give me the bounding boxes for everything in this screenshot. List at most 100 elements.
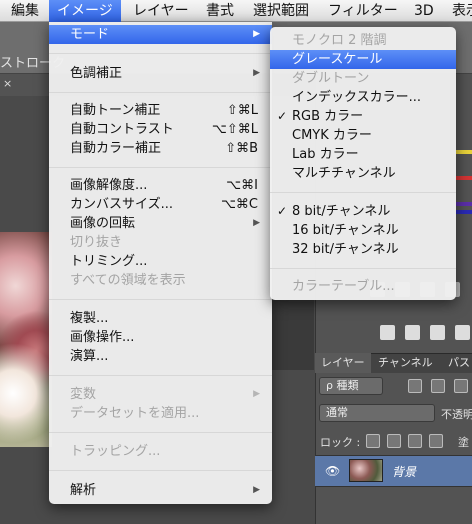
menu-separator bbox=[49, 432, 272, 433]
tab-channels[interactable]: チャンネル bbox=[378, 353, 433, 373]
menu-item-8bit[interactable]: ✓ 8 bit/チャンネル bbox=[270, 202, 456, 221]
menu-item-reveal-all: すべての領域を表示 bbox=[49, 271, 272, 290]
menu-item-label: 切り抜き bbox=[70, 235, 123, 250]
menu-item-grayscale[interactable]: グレースケール bbox=[270, 50, 456, 69]
submenu-arrow-icon: ▶ bbox=[253, 218, 260, 228]
menu-edit[interactable]: 編集 bbox=[11, 0, 39, 22]
menu-view[interactable]: 表示 bbox=[452, 0, 472, 22]
menu-item-label: インデックスカラー... bbox=[292, 90, 422, 105]
menu-item-label: 演算... bbox=[70, 349, 109, 364]
adjustment-icon[interactable] bbox=[430, 325, 445, 340]
menu-item-trim[interactable]: トリミング... bbox=[49, 252, 272, 271]
filter-pixel-icon[interactable] bbox=[408, 379, 422, 393]
menu-separator bbox=[49, 299, 272, 300]
tab-paths[interactable]: パス bbox=[448, 353, 470, 373]
tab-layers[interactable]: レイヤー bbox=[315, 353, 371, 373]
menu-item-label: マルチチャンネル bbox=[292, 166, 396, 181]
menu-item-multichannel[interactable]: マルチチャンネル bbox=[270, 164, 456, 183]
blend-mode-select[interactable]: 通常 bbox=[319, 404, 435, 422]
layer-filter-kind-select[interactable]: ρ 種類 bbox=[319, 377, 383, 395]
menu-image[interactable]: イメージ bbox=[49, 0, 121, 22]
menu-item-indexed-color[interactable]: インデックスカラー... bbox=[270, 88, 456, 107]
checkmark-icon: ✓ bbox=[277, 204, 288, 218]
document-image-highlights bbox=[0, 232, 52, 447]
menu-item-label: ダブルトーン bbox=[292, 71, 370, 86]
lock-all-icon[interactable] bbox=[429, 434, 443, 448]
image-menu: モード ▶ 色調補正 ▶ 自動トーン補正 ⇧⌘L 自動コントラスト ⌥⇧⌘L 自動カラー… bbox=[49, 22, 272, 504]
visibility-eye-icon[interactable]: 👁 bbox=[325, 464, 340, 478]
lock-label: ロック : bbox=[320, 436, 361, 449]
filter-adjustment-icon[interactable] bbox=[431, 379, 445, 393]
menu-item-apply-image[interactable]: 画像操作... bbox=[49, 328, 272, 347]
menu-item-auto-tone[interactable]: 自動トーン補正 ⇧⌘L bbox=[49, 101, 272, 120]
layer-thumbnail bbox=[349, 459, 383, 482]
menu-item-label: CMYK カラー bbox=[292, 128, 372, 143]
menu-item-label: 複製... bbox=[70, 311, 109, 326]
menu-item-image-size[interactable]: 画像解像度... ⌥⌘I bbox=[49, 176, 272, 195]
menu-item-label: 自動トーン補正 bbox=[70, 103, 161, 118]
menu-item-16bit[interactable]: 16 bit/チャンネル bbox=[270, 221, 456, 240]
tab-close-icon[interactable]: × bbox=[3, 77, 12, 90]
swatch-purple bbox=[456, 202, 472, 206]
menu-item-analysis[interactable]: 解析 ▶ bbox=[49, 481, 272, 500]
menu-item-label: 解析 bbox=[70, 483, 97, 498]
menu-item-label: 画像解像度... bbox=[70, 178, 148, 193]
lock-paint-icon[interactable] bbox=[387, 434, 401, 448]
menu-3d[interactable]: 3D bbox=[414, 0, 434, 22]
adjustment-icon[interactable] bbox=[455, 325, 470, 340]
shortcut-label: ⇧⌘B bbox=[225, 141, 258, 156]
menu-item-label: 16 bit/チャンネル bbox=[292, 223, 399, 238]
shortcut-label: ⌥⌘I bbox=[226, 178, 258, 193]
adjustment-icon[interactable] bbox=[405, 325, 420, 340]
shortcut-label: ⌥⇧⌘L bbox=[211, 122, 258, 137]
menu-item-calculations[interactable]: 演算... bbox=[49, 347, 272, 366]
menu-item-label: 変数 bbox=[70, 387, 97, 402]
menu-item-lab-color[interactable]: Lab カラー bbox=[270, 145, 456, 164]
menu-item-auto-color[interactable]: 自動カラー補正 ⇧⌘B bbox=[49, 139, 272, 158]
swatch-yellow bbox=[456, 150, 472, 154]
menu-item-label: トラッピング... bbox=[70, 444, 161, 459]
menu-item-duplicate[interactable]: 複製... bbox=[49, 309, 272, 328]
adjustment-icon[interactable] bbox=[380, 325, 395, 340]
menu-filter[interactable]: フィルター bbox=[328, 0, 398, 22]
menu-item-image-rotation[interactable]: 画像の回転 ▶ bbox=[49, 214, 272, 233]
menu-layer[interactable]: レイヤー bbox=[133, 0, 189, 22]
menu-item-label: すべての領域を表示 bbox=[70, 273, 186, 288]
menu-item-variables: 変数 ▶ bbox=[49, 385, 272, 404]
mode-submenu: モノクロ 2 階調 グレースケール ダブルトーン インデックスカラー... ✓ R… bbox=[270, 27, 456, 300]
canvas-shadow bbox=[270, 300, 314, 370]
menu-item-label: Lab カラー bbox=[292, 147, 359, 162]
menu-item-apply-dataset: データセットを適用... bbox=[49, 404, 272, 423]
menu-item-label: データセットを適用... bbox=[70, 406, 200, 421]
lock-move-icon[interactable] bbox=[408, 434, 422, 448]
menu-separator bbox=[49, 375, 272, 376]
menu-item-label: 色調補正 bbox=[70, 66, 123, 81]
menu-separator bbox=[270, 268, 456, 269]
menu-item-label: 32 bit/チャンネル bbox=[292, 242, 399, 257]
menu-item-label: 自動コントラスト bbox=[70, 122, 174, 137]
opacity-label: 不透明 bbox=[441, 408, 472, 421]
menu-separator bbox=[49, 92, 272, 93]
menu-type[interactable]: 書式 bbox=[206, 0, 234, 22]
checkmark-icon: ✓ bbox=[277, 109, 288, 123]
menu-item-32bit[interactable]: 32 bit/チャンネル bbox=[270, 240, 456, 259]
menu-item-canvas-size[interactable]: カンバスサイズ... ⌥⌘C bbox=[49, 195, 272, 214]
filter-type-icon[interactable] bbox=[454, 379, 468, 393]
menu-item-adjustments[interactable]: 色調補正 ▶ bbox=[49, 64, 272, 83]
menu-item-rgb-color[interactable]: ✓ RGB カラー bbox=[270, 107, 456, 126]
menu-separator bbox=[49, 53, 272, 54]
menu-item-bitmap: モノクロ 2 階調 bbox=[270, 31, 456, 50]
lock-transparent-icon[interactable] bbox=[366, 434, 380, 448]
menu-item-auto-contrast[interactable]: 自動コントラスト ⌥⇧⌘L bbox=[49, 120, 272, 139]
submenu-arrow-icon: ▶ bbox=[253, 485, 260, 495]
menu-item-cmyk-color[interactable]: CMYK カラー bbox=[270, 126, 456, 145]
shortcut-label: ⇧⌘L bbox=[226, 103, 258, 118]
submenu-arrow-icon: ▶ bbox=[253, 29, 260, 39]
menu-select[interactable]: 選択範囲 bbox=[253, 0, 309, 22]
menu-item-label: 画像の回転 bbox=[70, 216, 136, 231]
menu-item-mode[interactable]: モード ▶ bbox=[49, 25, 272, 44]
menu-item-label: カンバスサイズ... bbox=[70, 197, 174, 212]
fill-label: 塗 bbox=[458, 436, 469, 449]
submenu-arrow-icon: ▶ bbox=[253, 389, 260, 399]
menu-item-color-table: カラーテーブル... bbox=[270, 277, 456, 296]
